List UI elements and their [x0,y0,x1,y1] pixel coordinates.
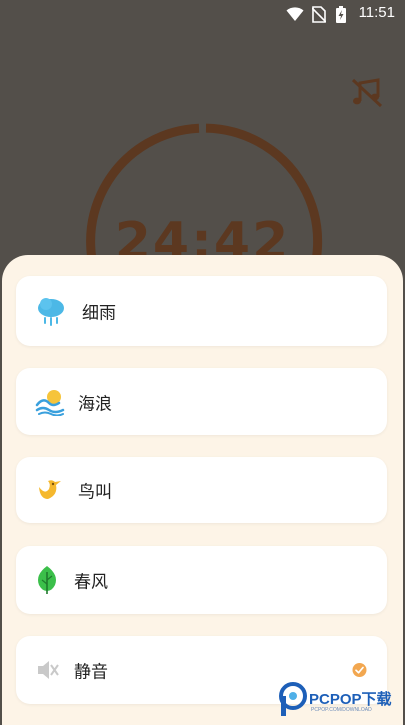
watermark: PCPOP下载 PCPOP.COM/DOWNLOAD [279,680,405,720]
watermark-text: PCPOP下载 [309,691,392,708]
clock-time: 11:51 [358,4,395,21]
selected-check-icon [352,663,367,677]
sound-option-label: 春风 [74,572,108,593]
sound-option-waves[interactable]: 海浪 [16,368,387,435]
sound-option-label: 细雨 [82,303,116,324]
battery-charging-icon [336,6,346,23]
watermark-subtext: PCPOP.COM/DOWNLOAD [311,707,372,713]
mute-speaker-icon [38,661,59,679]
sound-option-label: 鸟叫 [78,482,112,503]
sound-option-drizzle[interactable]: 细雨 [16,276,387,346]
sound-option-birdsong[interactable]: 鸟叫 [16,457,387,523]
wifi-icon [286,7,304,21]
leaf-icon [38,566,56,594]
sound-option-spring-breeze[interactable]: 春风 [16,546,387,614]
sea-wave-icon [35,389,65,416]
no-sim-icon [312,6,326,23]
bird-icon [39,480,61,499]
pcpop-logo-icon [279,682,307,716]
drizzle-cloud-icon [38,298,64,326]
sound-selection-sheet: 细雨 海浪 鸟叫 春风 静音 [2,255,403,725]
sound-option-label: 海浪 [78,394,112,414]
music-off-icon[interactable] [350,75,384,109]
status-bar: 11:51 [0,0,405,28]
sound-option-label: 静音 [74,662,108,683]
